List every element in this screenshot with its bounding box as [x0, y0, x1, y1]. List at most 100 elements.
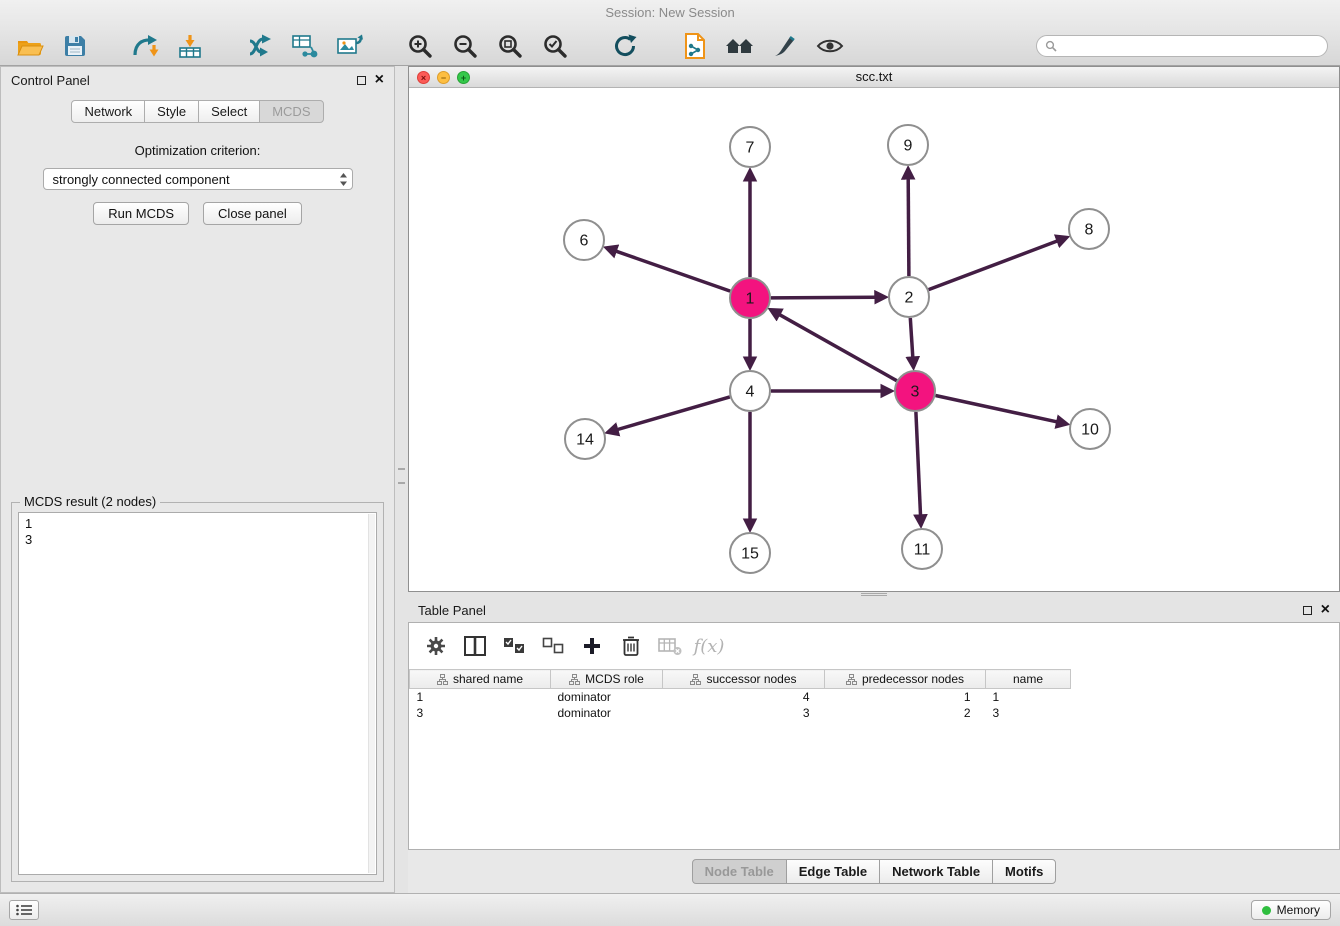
- tab-style[interactable]: Style: [144, 100, 199, 123]
- graph-node-14[interactable]: 14: [565, 419, 605, 459]
- tab-network[interactable]: Network: [71, 100, 145, 123]
- splitter-handle[interactable]: [861, 593, 887, 596]
- cell-shared-name[interactable]: 3: [410, 705, 551, 721]
- graph-node-11[interactable]: 11: [902, 529, 942, 569]
- horizontal-splitter[interactable]: [408, 592, 1340, 598]
- graph-node-10[interactable]: 10: [1070, 409, 1110, 449]
- close-panel-icon[interactable]: ×: [1321, 605, 1330, 615]
- add-row-icon[interactable]: [579, 633, 605, 659]
- network-table-icon[interactable]: [287, 30, 323, 62]
- tab-mcds[interactable]: MCDS: [259, 100, 323, 123]
- delete-row-icon[interactable]: [618, 633, 644, 659]
- close-panel-button[interactable]: Close panel: [203, 202, 302, 225]
- cell-mcds-role[interactable]: dominator: [551, 689, 663, 705]
- split-columns-icon[interactable]: [462, 633, 488, 659]
- eye-icon[interactable]: [812, 30, 848, 62]
- graph-node-6[interactable]: 6: [564, 220, 604, 260]
- zoom-window-icon[interactable]: +: [457, 71, 470, 84]
- zoom-in-icon[interactable]: [402, 30, 438, 62]
- cell-predecessor-nodes[interactable]: 1: [825, 689, 986, 705]
- cell-successor-nodes[interactable]: 4: [663, 689, 825, 705]
- task-history-button[interactable]: [9, 900, 39, 920]
- graph-node-7[interactable]: 7: [730, 127, 770, 167]
- zoom-out-icon[interactable]: [447, 30, 483, 62]
- svg-text:10: 10: [1081, 422, 1099, 439]
- import-table-icon[interactable]: [172, 30, 208, 62]
- column-header-successor-nodes[interactable]: successor nodes: [663, 670, 825, 689]
- table-row[interactable]: 1 dominator 4 1 1: [410, 689, 1071, 705]
- tab-node-table[interactable]: Node Table: [692, 859, 787, 884]
- import-network-icon[interactable]: [127, 30, 163, 62]
- close-panel-icon[interactable]: ×: [375, 75, 384, 85]
- graph-edge-4-14[interactable]: [618, 397, 730, 430]
- tab-select[interactable]: Select: [198, 100, 260, 123]
- result-item[interactable]: 1: [25, 516, 370, 532]
- graph-node-8[interactable]: 8: [1069, 209, 1109, 249]
- function-builder-icon[interactable]: f(x): [696, 633, 722, 659]
- zoom-fit-icon[interactable]: [492, 30, 528, 62]
- column-header-predecessor-nodes[interactable]: predecessor nodes: [825, 670, 986, 689]
- graph-edge-1-6[interactable]: [616, 251, 730, 291]
- save-icon[interactable]: [57, 30, 93, 62]
- graph-node-1[interactable]: 1: [730, 278, 770, 318]
- graph-node-15[interactable]: 15: [730, 533, 770, 573]
- gear-icon[interactable]: [423, 633, 449, 659]
- window-title: Session: New Session: [605, 5, 734, 20]
- search-field[interactable]: [1036, 35, 1328, 57]
- optimization-dropdown[interactable]: strongly connected component: [43, 168, 353, 190]
- delete-table-icon[interactable]: [657, 633, 683, 659]
- mcds-result-list[interactable]: 1 3: [18, 512, 377, 875]
- export-image-icon[interactable]: [332, 30, 368, 62]
- graph-node-4[interactable]: 4: [730, 371, 770, 411]
- column-header-name[interactable]: name: [986, 670, 1071, 689]
- control-panel-header: Control Panel ×: [1, 67, 394, 93]
- graph-node-9[interactable]: 9: [888, 125, 928, 165]
- cell-name[interactable]: 3: [986, 705, 1071, 721]
- memory-button[interactable]: Memory: [1251, 900, 1331, 920]
- minimize-window-icon[interactable]: −: [437, 71, 450, 84]
- tab-edge-table[interactable]: Edge Table: [786, 859, 880, 884]
- cell-name[interactable]: 1: [986, 689, 1071, 705]
- float-panel-icon[interactable]: [1303, 606, 1312, 615]
- graph-edge-2-9[interactable]: [908, 179, 909, 276]
- cell-mcds-role[interactable]: dominator: [551, 705, 663, 721]
- select-all-icon[interactable]: [501, 633, 527, 659]
- cell-shared-name[interactable]: 1: [410, 689, 551, 705]
- node-table: shared name MCDS role successor nodes: [409, 669, 1071, 721]
- result-item[interactable]: 3: [25, 532, 370, 548]
- network-canvas[interactable]: 7 9 6 8 1 2 4 3 14 10 15 11: [409, 88, 1339, 591]
- run-mcds-button[interactable]: Run MCDS: [93, 202, 189, 225]
- tab-network-table[interactable]: Network Table: [879, 859, 993, 884]
- refresh-icon[interactable]: [607, 30, 643, 62]
- graph-node-3[interactable]: 3: [895, 371, 935, 411]
- open-folder-icon[interactable]: [12, 30, 48, 62]
- export-network-icon[interactable]: [677, 30, 713, 62]
- style-brush-icon[interactable]: [767, 30, 803, 62]
- graph-edge-3-10[interactable]: [936, 396, 1057, 422]
- graph-edge-2-8[interactable]: [929, 241, 1058, 290]
- column-header-shared-name[interactable]: shared name: [410, 670, 551, 689]
- float-panel-icon[interactable]: [357, 76, 366, 85]
- titlebar: Session: New Session: [0, 0, 1340, 26]
- cell-successor-nodes[interactable]: 3: [663, 705, 825, 721]
- tab-motifs[interactable]: Motifs: [992, 859, 1056, 884]
- table-row[interactable]: 3 dominator 3 2 3: [410, 705, 1071, 721]
- column-header-mcds-role[interactable]: MCDS role: [551, 670, 663, 689]
- graph-edge-2-3[interactable]: [910, 318, 913, 357]
- graph-edge-3-11[interactable]: [916, 412, 921, 515]
- new-network-icon[interactable]: [242, 30, 278, 62]
- result-list-scrollbar[interactable]: [368, 514, 375, 873]
- vertical-splitter[interactable]: [395, 66, 408, 893]
- graph-node-2[interactable]: 2: [889, 277, 929, 317]
- zoom-selected-icon[interactable]: [537, 30, 573, 62]
- cell-predecessor-nodes[interactable]: 2: [825, 705, 986, 721]
- home-layout-icon[interactable]: [722, 30, 758, 62]
- deselect-all-icon[interactable]: [540, 633, 566, 659]
- search-input[interactable]: [1063, 39, 1319, 53]
- graph-edge-3-1[interactable]: [780, 315, 897, 381]
- close-window-icon[interactable]: ×: [417, 71, 430, 84]
- graph-edge-1-2[interactable]: [771, 297, 875, 298]
- network-window-title: scc.txt: [856, 69, 893, 84]
- status-bar: Memory: [0, 893, 1340, 926]
- splitter-handle[interactable]: [398, 468, 405, 484]
